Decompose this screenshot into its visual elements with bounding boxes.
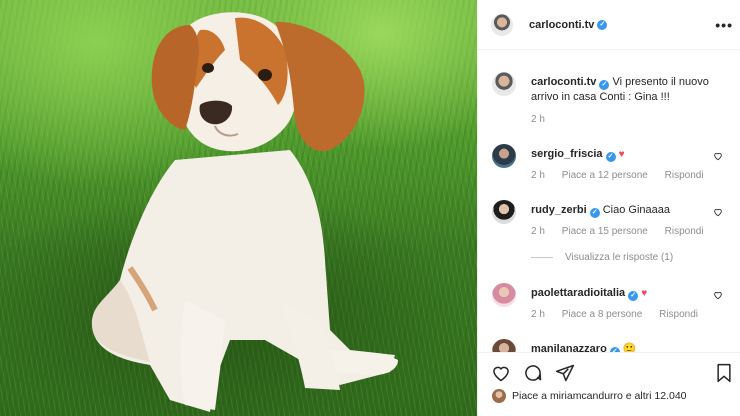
heart-emoji: ♥ (641, 288, 648, 299)
comment-username[interactable]: sergio_friscia (531, 148, 603, 160)
save-bookmark-icon[interactable] (714, 363, 734, 383)
like-heart-icon[interactable] (490, 363, 512, 383)
like-comment-heart-icon[interactable] (713, 151, 723, 161)
comment-likes[interactable]: Piace a 15 persone (562, 226, 648, 237)
caption-meta: 2 h (531, 114, 559, 125)
author-username[interactable]: carloconti.tv (529, 19, 594, 31)
comment-likes[interactable]: Piace a 12 persone (562, 170, 648, 181)
verified-badge-icon: ✓ (605, 152, 616, 162)
commenter-avatar[interactable] (492, 339, 516, 352)
more-options-icon[interactable]: ••• (715, 17, 733, 33)
comment-text: paolettaradioitalia ✓ ♥ (531, 286, 711, 301)
caption-username[interactable]: carloconti.tv (531, 76, 596, 88)
comment-time: 2 h (531, 170, 545, 181)
caption-text: carloconti.tv ✓ Vi presento il nuovo arri… (531, 75, 711, 105)
post-actions-bar (478, 352, 740, 392)
comment-text: rudy_zerbi ✓ Ciao Ginaaaa (531, 203, 711, 218)
liker-avatar[interactable] (492, 389, 506, 403)
view-replies-button[interactable]: Visualizza le risposte (1) (531, 252, 673, 263)
reply-button[interactable]: Rispondi (659, 309, 698, 320)
post-sidebar: carloconti.tv ✓ ••• carloconti.tv ✓ Vi pr… (477, 0, 740, 416)
comment-text: sergio_friscia ✓ ♥ (531, 147, 711, 162)
comments-list[interactable]: carloconti.tv ✓ Vi presento il nuovo arri… (478, 60, 740, 352)
reply-button[interactable]: Rispondi (665, 170, 704, 181)
likes-summary-text: Piace a miriamcandurro e altri 12.040 (512, 390, 687, 402)
comment-meta: 2 h Piace a 12 persone Rispondi (531, 170, 718, 181)
replies-divider (531, 257, 553, 258)
comment-bubble-icon[interactable] (522, 363, 544, 383)
caption-time: 2 h (531, 114, 545, 125)
comment-body: Ciao Ginaaaa (602, 204, 670, 216)
author-avatar[interactable] (491, 13, 513, 36)
comment-time: 2 h (531, 226, 545, 237)
verified-badge-icon: ✓ (589, 208, 600, 218)
comment-username[interactable]: paolettaradioitalia (531, 287, 625, 299)
verified-badge-icon: ✓ (599, 80, 610, 90)
puppy-illustration (91, 12, 398, 412)
like-comment-heart-icon[interactable] (713, 207, 723, 217)
verified-badge-icon: ✓ (628, 291, 639, 301)
commenter-avatar[interactable] (492, 283, 516, 307)
view-replies-label: Visualizza le risposte (1) (565, 252, 674, 263)
reply-button[interactable]: Rispondi (665, 226, 704, 237)
comment-meta: 2 h Piace a 15 persone Rispondi (531, 226, 718, 237)
comment-username[interactable]: rudy_zerbi (531, 204, 587, 216)
likes-summary[interactable]: Piace a miriamcandurro e altri 12.040 (492, 389, 687, 403)
comment-meta: 2 h Piace a 8 persone Rispondi (531, 309, 712, 320)
comment-username[interactable]: manilanazzaro (531, 343, 607, 352)
share-send-icon[interactable] (554, 363, 576, 383)
comment-likes[interactable]: Piace a 8 persone (562, 309, 643, 320)
like-comment-heart-icon[interactable] (713, 290, 723, 300)
post-header: carloconti.tv ✓ ••• (478, 0, 740, 50)
caption-avatar[interactable] (492, 72, 516, 96)
post-photo[interactable] (0, 0, 477, 416)
smile-emoji: 🙂 (622, 343, 637, 352)
commenter-avatar[interactable] (492, 200, 516, 224)
comment-time: 2 h (531, 309, 545, 320)
comment-text: manilanazzaro ✓ 🙂 (531, 342, 711, 352)
verified-badge-icon: ✓ (597, 19, 608, 30)
commenter-avatar[interactable] (492, 144, 516, 168)
heart-emoji: ♥ (618, 149, 625, 160)
